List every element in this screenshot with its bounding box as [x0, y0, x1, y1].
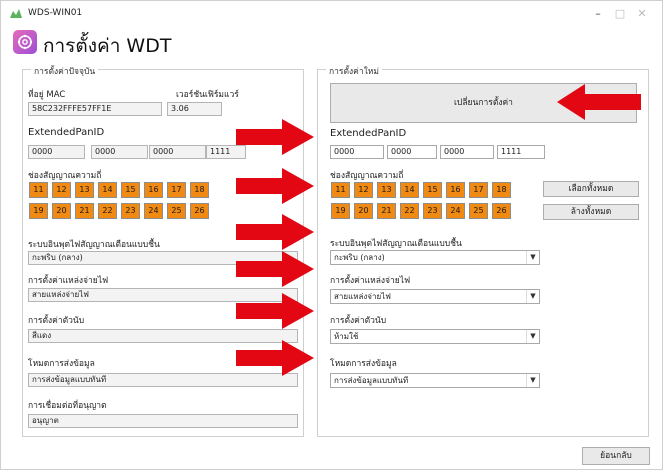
new-color-value: ห้ามใช้ [334, 332, 359, 341]
new-mode-value: การส่งข้อมูลแบบทันที [334, 376, 409, 385]
current-channel-12: 12 [52, 182, 71, 198]
new-color-label: การตั้งค่าตัวนับ [330, 316, 387, 326]
annotation-arrow-apply [557, 84, 641, 120]
current-panid-2: 0000 [91, 145, 148, 159]
current-connection-label: การเชื่อมต่อที่อนุญาต [28, 401, 107, 411]
new-channel-18[interactable]: 18 [492, 182, 511, 198]
new-sensor-value: กะพริบ (กลาง) [334, 253, 385, 262]
gear-icon [17, 34, 33, 50]
new-channel-23[interactable]: 23 [423, 203, 442, 219]
new-settings-label: การตั้งค่าใหม่ [326, 64, 382, 78]
select-all-button[interactable]: เลือกทั้งหมด [543, 181, 639, 197]
new-panid-3[interactable]: 0000 [440, 145, 494, 159]
current-channel-22: 22 [98, 203, 117, 219]
new-mode-dropdown[interactable]: การส่งข้อมูลแบบทันที ▼ [330, 373, 540, 388]
current-channel-14: 14 [98, 182, 117, 198]
new-panid-2[interactable]: 0000 [387, 145, 437, 159]
new-power-value: สายแหล่งจ่ายไฟ [334, 292, 391, 301]
new-sensor-dropdown[interactable]: กะพริบ (กลาง) ▼ [330, 250, 540, 265]
new-color-dropdown[interactable]: ห้ามใช้ ▼ [330, 329, 540, 344]
mac-value: 58C232FFFE57FF1E [28, 102, 162, 116]
new-channel-12[interactable]: 12 [354, 182, 373, 198]
current-channel-20: 20 [52, 203, 71, 219]
current-channel-15: 15 [121, 182, 140, 198]
new-channel-17[interactable]: 17 [469, 182, 488, 198]
current-channel-11: 11 [29, 182, 48, 198]
current-channel-25: 25 [167, 203, 186, 219]
new-channel-22[interactable]: 22 [400, 203, 419, 219]
chevron-down-icon[interactable]: ▼ [526, 290, 539, 303]
new-channel-26[interactable]: 26 [492, 203, 511, 219]
current-channel-label: ช่องสัญญาณความถี่ [28, 171, 102, 181]
clear-all-button[interactable]: ล้างทั้งหมด [543, 204, 639, 220]
current-channel-24: 24 [144, 203, 163, 219]
current-channel-19: 19 [29, 203, 48, 219]
annotation-arrow-color [236, 293, 314, 329]
current-connection-value: อนุญาต [28, 414, 298, 428]
new-channel-label: ช่องสัญญาณความถี่ [330, 171, 404, 181]
new-panid-1[interactable]: 0000 [330, 145, 384, 159]
mac-label: ที่อยู่ MAC [28, 90, 66, 100]
current-channel-18: 18 [190, 182, 209, 198]
window-title: WDS-WIN01 [28, 8, 83, 18]
app-logo-icon [10, 9, 22, 18]
firmware-value: 3.06 [167, 102, 222, 116]
chevron-down-icon[interactable]: ▼ [526, 330, 539, 343]
current-channel-23: 23 [121, 203, 140, 219]
current-mode-label: โหมดการส่งข้อมูล [28, 359, 95, 369]
annotation-arrow-power [236, 251, 314, 287]
current-channel-16: 16 [144, 182, 163, 198]
new-channel-21[interactable]: 21 [377, 203, 396, 219]
new-channel-14[interactable]: 14 [400, 182, 419, 198]
new-channel-11[interactable]: 11 [331, 182, 350, 198]
new-channel-13[interactable]: 13 [377, 182, 396, 198]
current-channel-17: 17 [167, 182, 186, 198]
new-channel-24[interactable]: 24 [446, 203, 465, 219]
annotation-arrow-mode [236, 340, 314, 376]
new-panid-4[interactable]: 1111 [497, 145, 545, 159]
current-color-label: การตั้งค่าตัวนับ [28, 316, 85, 326]
current-panid-1: 0000 [28, 145, 85, 159]
chevron-down-icon[interactable]: ▼ [526, 251, 539, 264]
new-channel-16[interactable]: 16 [446, 182, 465, 198]
back-button[interactable]: ย้อนกลับ [582, 447, 650, 465]
new-channel-25[interactable]: 25 [469, 203, 488, 219]
firmware-label: เวอร์ชันเฟิร์มแวร์ [176, 90, 239, 100]
annotation-arrow-panid [236, 119, 314, 155]
settings-app-icon [13, 30, 37, 54]
new-sensor-label: ระบบอินพุตไฟสัญญาณเตือนแบบชื้น [330, 239, 462, 249]
annotation-arrow-channel [236, 168, 314, 204]
app-window: WDS-WIN01 – □ ✕ การตั้งค่า WDT การตั้งค่… [0, 0, 663, 470]
current-channel-26: 26 [190, 203, 209, 219]
current-settings-label: การตั้งค่าปัจจุบัน [31, 64, 99, 78]
new-power-dropdown[interactable]: สายแหล่งจ่ายไฟ ▼ [330, 289, 540, 304]
chevron-down-icon[interactable]: ▼ [526, 374, 539, 387]
new-channel-15[interactable]: 15 [423, 182, 442, 198]
new-mode-label: โหมดการส่งข้อมูล [330, 359, 397, 369]
current-sensor-label: ระบบอินพุตไฟสัญญาณเตือนแบบชื้น [28, 240, 160, 250]
current-panid-3: 0000 [149, 145, 206, 159]
current-power-label: การตั้งค่าแหล่งจ่ายไฟ [28, 276, 109, 286]
new-power-label: การตั้งค่าแหล่งจ่ายไฟ [330, 276, 411, 286]
annotation-arrow-sensor [236, 214, 314, 250]
close-button[interactable]: ✕ [629, 5, 655, 23]
title-bar: WDS-WIN01 – □ ✕ [1, 1, 662, 27]
new-panid-label: ExtendedPanID [330, 128, 407, 139]
page-title: การตั้งค่า WDT [43, 35, 172, 57]
current-panid-label: ExtendedPanID [28, 127, 105, 138]
new-channel-20[interactable]: 20 [354, 203, 373, 219]
current-channel-13: 13 [75, 182, 94, 198]
current-channel-21: 21 [75, 203, 94, 219]
new-channel-19[interactable]: 19 [331, 203, 350, 219]
